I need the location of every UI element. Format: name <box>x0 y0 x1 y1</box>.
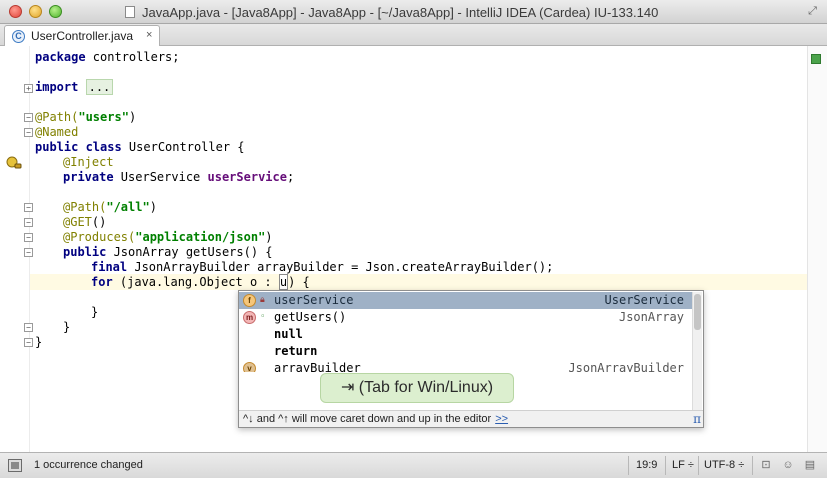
editor-tab-bar: C UserController.java × <box>0 24 827 46</box>
completion-scrollbar[interactable] <box>692 292 702 410</box>
code-line: } <box>35 335 43 349</box>
completion-hint-footer: ^↓ and ^↑ will move caret down and up in… <box>239 410 703 427</box>
folded-imports[interactable]: ... <box>85 79 114 95</box>
code-line: @Inject <box>63 155 114 169</box>
method-icon: m <box>243 311 256 324</box>
caret-position[interactable]: 19:9 <box>636 459 657 471</box>
status-divider <box>665 456 666 475</box>
fold-expand-icon[interactable]: + <box>24 84 33 93</box>
zoom-window-button[interactable] <box>49 5 62 18</box>
code-line: @Path("users") <box>35 110 137 124</box>
public-icon: ◦ <box>260 312 266 322</box>
fold-collapse-icon[interactable]: − <box>24 248 33 257</box>
tool-windows-toggle-icon[interactable] <box>8 459 22 472</box>
fold-collapse-icon[interactable]: − <box>24 128 33 137</box>
keystroke-hint: ⇥ (Tab for Win/Linux) <box>320 373 514 403</box>
typed-prefix: u <box>278 274 289 290</box>
window-title: JavaApp.java - [Java8App] - Java8App - [… <box>142 5 659 20</box>
minimize-window-button[interactable] <box>29 5 42 18</box>
event-log-icon[interactable]: ▤ <box>803 458 817 472</box>
completion-item[interactable]: null <box>239 326 692 343</box>
status-divider <box>698 456 699 475</box>
more-hints-link[interactable]: >> <box>495 413 508 425</box>
completion-item[interactable]: return <box>239 343 692 360</box>
field-icon: f <box>243 294 256 307</box>
code-line: private UserService userService; <box>63 170 295 184</box>
encoding-selector[interactable]: UTF-8 ÷ <box>704 459 744 471</box>
private-lock-icon: 🔒︎ <box>260 295 265 305</box>
code-line: @Path("/all") <box>63 200 157 214</box>
lock-icon[interactable]: ⊡ <box>759 458 773 472</box>
scrollbar-thumb[interactable] <box>694 294 701 330</box>
status-divider <box>628 456 629 475</box>
completion-item[interactable]: m ◦ getUsers() JsonArray <box>239 309 692 326</box>
tab-usercontroller[interactable]: C UserController.java × <box>4 25 160 46</box>
code-line: public JsonArray getUsers() { <box>63 245 273 259</box>
injection-bean-icon[interactable] <box>6 156 22 170</box>
fold-collapse-icon[interactable]: − <box>24 233 33 242</box>
status-message: 1 occurrence changed <box>34 459 143 471</box>
error-stripe[interactable] <box>807 46 827 452</box>
inspector-icon[interactable]: ☺ <box>781 458 795 472</box>
fold-collapse-icon[interactable]: − <box>24 323 33 332</box>
fold-collapse-icon[interactable]: − <box>24 338 33 347</box>
status-divider <box>752 456 753 475</box>
code-line: public class UserController { <box>35 140 245 154</box>
code-completion-popup[interactable]: f 🔒︎ userService UserService m ◦ getUser… <box>238 290 704 428</box>
code-line-current: for (java.lang.Object o : u) { <box>91 274 310 290</box>
java-class-icon: C <box>12 30 25 43</box>
tab-label: UserController.java <box>31 29 134 43</box>
fullscreen-icon[interactable]: ⤢ <box>806 5 819 18</box>
code-line: } <box>63 320 71 334</box>
code-line: @GET() <box>63 215 107 229</box>
code-line: package controllers; <box>35 50 180 64</box>
code-line: final JsonArrayBuilder arrayBuilder = Js… <box>91 260 554 274</box>
document-icon <box>125 6 135 18</box>
code-line: @Produces("application/json") <box>63 230 273 244</box>
code-line: @Named <box>35 125 79 139</box>
status-bar: 1 occurrence changed 19:9 LF ÷ UTF-8 ÷ ⊡… <box>0 452 827 478</box>
fold-collapse-icon[interactable]: − <box>24 203 33 212</box>
close-window-button[interactable] <box>9 5 22 18</box>
code-line: import ... <box>35 79 114 95</box>
inspection-status-icon[interactable] <box>811 54 821 64</box>
pi-icon[interactable]: π <box>693 411 701 427</box>
completion-item[interactable]: v arrayBuilder JsonArrayBuilder <box>239 360 692 372</box>
variable-icon: v <box>243 362 256 372</box>
title-bar: JavaApp.java - [Java8App] - Java8App - [… <box>0 0 827 24</box>
close-tab-icon[interactable]: × <box>146 29 152 41</box>
fold-collapse-icon[interactable]: − <box>24 218 33 227</box>
line-separator-selector[interactable]: LF ÷ <box>672 459 694 471</box>
code-line: } <box>91 305 99 319</box>
fold-collapse-icon[interactable]: − <box>24 113 33 122</box>
completion-item[interactable]: f 🔒︎ userService UserService <box>239 292 692 309</box>
